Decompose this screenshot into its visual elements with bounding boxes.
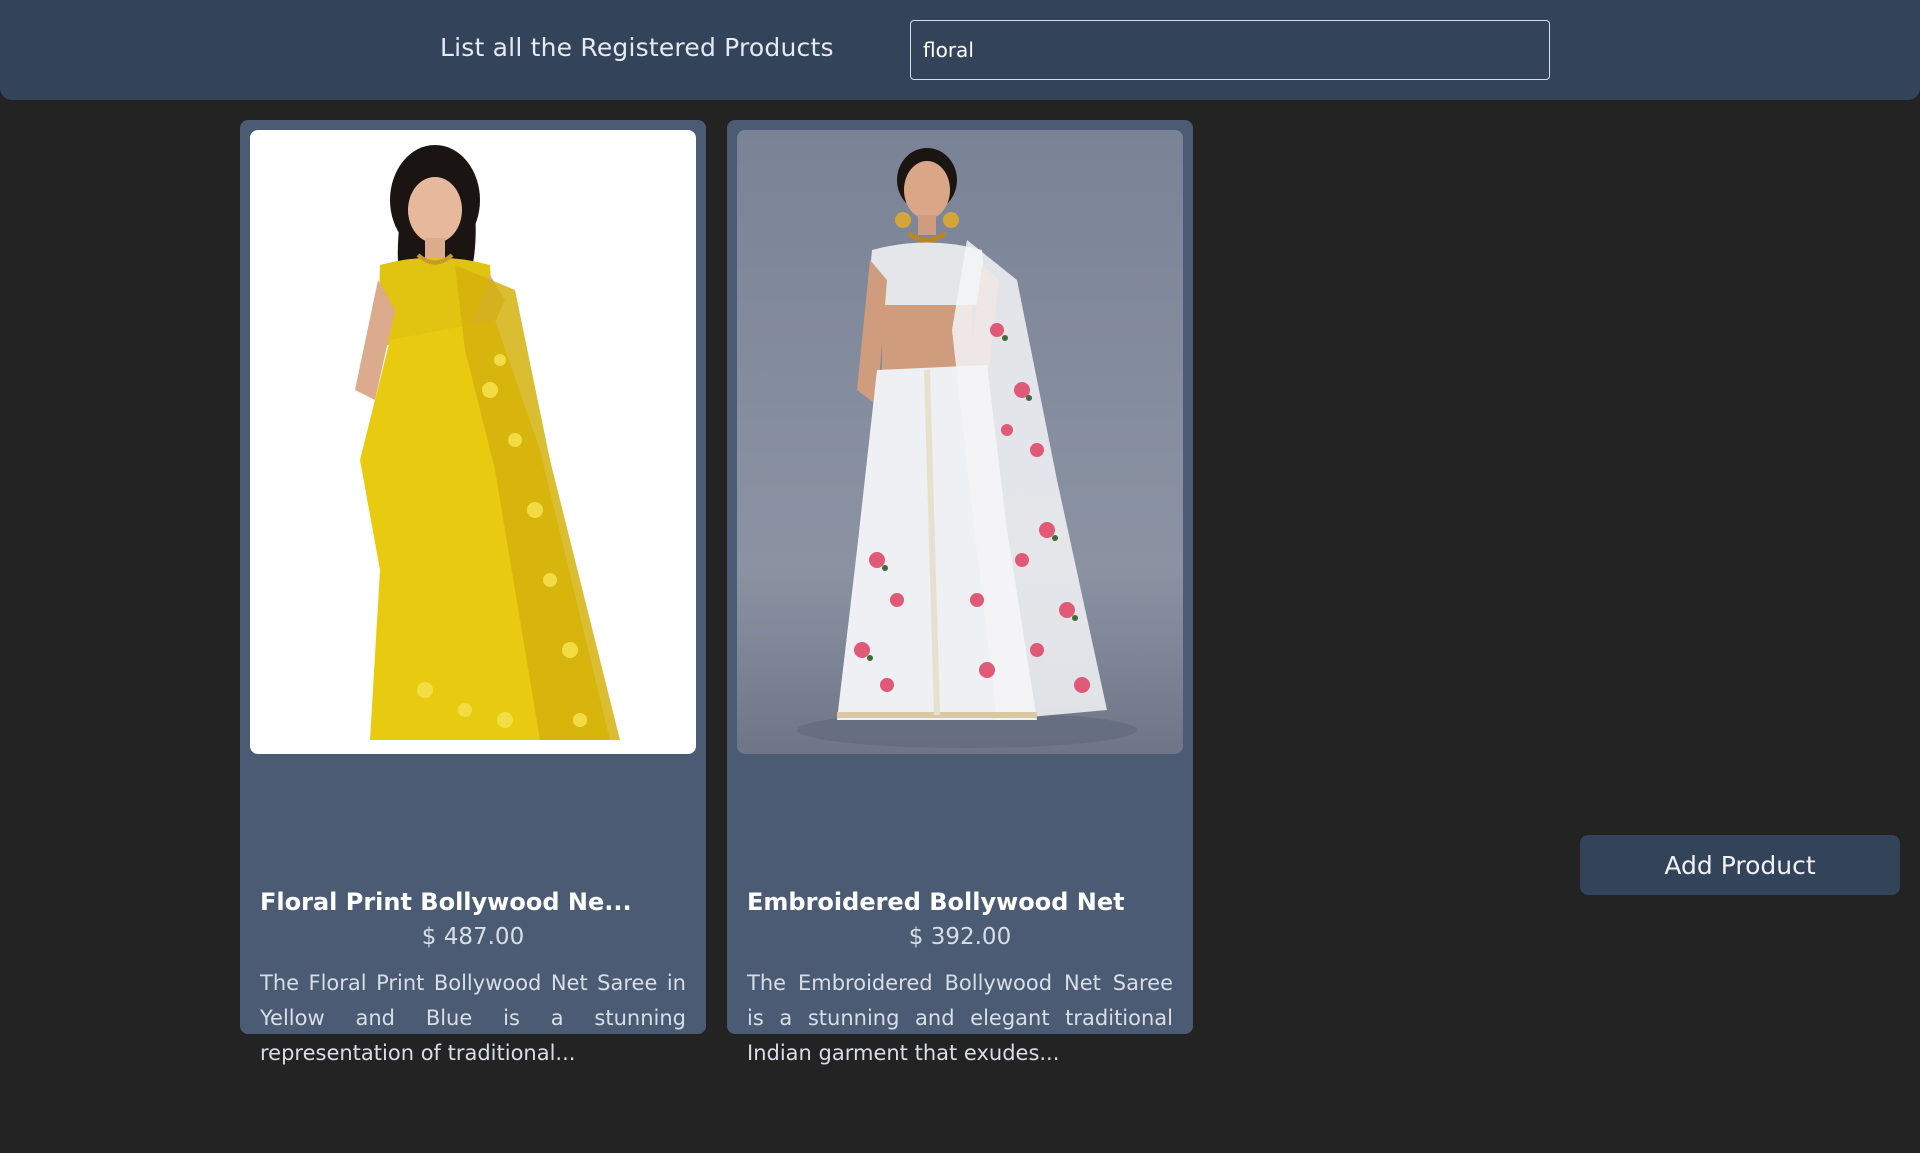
product-card[interactable]: Floral Print Bollywood Ne... $ 487.00 Th… xyxy=(240,120,706,1065)
product-price: $ 487.00 xyxy=(421,924,525,950)
product-card[interactable]: Embroidered Bollywood Net $ 392.00 The E… xyxy=(727,120,1193,1065)
add-product-button[interactable]: Add Product xyxy=(1580,835,1900,895)
white-floral-saree-photo-icon xyxy=(797,148,1137,748)
product-image[interactable] xyxy=(250,130,696,754)
search-input[interactable] xyxy=(910,20,1550,80)
product-name[interactable]: Embroidered Bollywood Net xyxy=(747,888,1173,916)
product-price: $ 392.00 xyxy=(908,924,1012,950)
product-description: The Floral Print Bollywood Net Saree in … xyxy=(260,971,686,1065)
product-name[interactable]: Floral Print Bollywood Ne... xyxy=(260,888,686,916)
yellow-saree-photo-icon xyxy=(355,145,620,740)
product-description: The Embroidered Bollywood Net Saree is a… xyxy=(747,971,1173,1065)
product-image[interactable] xyxy=(737,130,1183,754)
top-bar: List all the Registered Products xyxy=(0,0,1920,100)
page-title: List all the Registered Products xyxy=(440,33,834,62)
